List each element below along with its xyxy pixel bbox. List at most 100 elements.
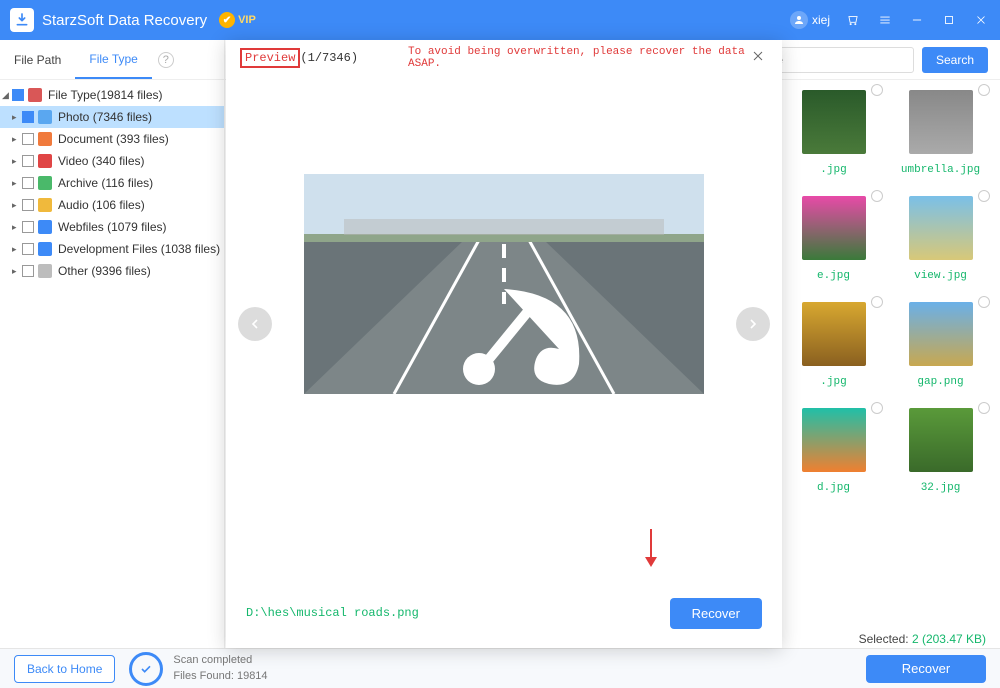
recover-modal-button[interactable]: Recover [670,598,762,629]
thumb-checkbox[interactable] [978,402,990,414]
tab-file-type[interactable]: File Type [75,40,151,79]
thumb-checkbox[interactable] [871,402,883,414]
preview-image [304,174,704,394]
file-type-icon [38,264,52,278]
preview-label: Preview [240,48,300,68]
thumbnail-grid: .jpg umbrella.jpg e.jpg view.jpg .jpg ga… [780,80,1000,648]
app-title: StarzSoft Data Recovery [42,12,207,29]
thumbnail-item[interactable]: .jpg [786,302,881,388]
vip-badge[interactable]: ✔VIP [219,12,256,28]
thumb-checkbox[interactable] [871,190,883,202]
checkbox[interactable] [22,177,34,189]
checkbox[interactable] [22,221,34,233]
tree-root[interactable]: ◢ File Type(19814 files) [0,84,224,106]
selected-label: Selected: [859,632,909,646]
tree-item-label: Webfiles (1079 files) [58,220,167,234]
thumbnail-item[interactable]: gap.png [893,302,988,388]
search-button[interactable]: Search [922,47,988,73]
back-to-home-button[interactable]: Back to Home [14,655,115,683]
selected-value: 2 (203.47 KB) [912,632,986,646]
modal-body [226,70,782,578]
prev-button[interactable] [238,307,272,341]
tree-item[interactable]: ▸ Archive (116 files) [0,172,224,194]
tree-item[interactable]: ▸ Photo (7346 files) [0,106,224,128]
thumbnail-image [802,196,866,260]
thumbnail-name: .jpg [820,376,846,388]
recover-footer-button[interactable]: Recover [866,655,986,683]
thumbnail-item[interactable]: e.jpg [786,196,881,282]
thumbnail-name: umbrella.jpg [901,164,980,176]
file-type-icon [38,198,52,212]
menu-icon[interactable] [876,11,894,29]
tree-item[interactable]: ▸ Audio (106 files) [0,194,224,216]
thumbnail-item[interactable]: .jpg [786,90,881,176]
file-type-icon [38,154,52,168]
checkbox[interactable] [22,199,34,211]
files-found-label: Files Found: 19814 [173,669,267,684]
thumbnail-item[interactable]: umbrella.jpg [893,90,988,176]
modal-footer: D:\hes\musical roads.png Recover [226,578,782,648]
caret-right-icon: ▸ [12,134,22,145]
file-type-icon [38,110,52,124]
thumbnail-image [909,196,973,260]
thumb-checkbox[interactable] [978,84,990,96]
tree-item[interactable]: ▸ Document (393 files) [0,128,224,150]
tree-item-label: Video (340 files) [58,154,145,168]
file-path-label: D:\hes\musical roads.png [246,606,419,620]
caret-down-icon: ◢ [2,90,12,101]
checkbox[interactable] [22,111,34,123]
file-type-icon [38,176,52,190]
user-badge[interactable]: xiej [790,11,830,29]
tab-file-path[interactable]: File Path [0,40,75,79]
tree-item[interactable]: ▸ Webfiles (1079 files) [0,216,224,238]
tree-item-label: Document (393 files) [58,132,169,146]
minimize-icon[interactable] [908,11,926,29]
thumbnail-name: view.jpg [914,270,967,282]
selected-count: Selected: 2 (203.47 KB) [859,632,986,646]
maximize-icon[interactable] [940,11,958,29]
preview-count: (1/7346) [300,51,358,65]
modal-header: Preview (1/7346) To avoid being overwrit… [226,40,782,70]
thumbnail-image [909,408,973,472]
checkbox[interactable] [22,155,34,167]
checkbox[interactable] [22,133,34,145]
thumbnail-name: gap.png [917,376,963,388]
caret-right-icon: ▸ [12,156,22,167]
sidebar: File Path File Type ? ◢ File Type(19814 … [0,40,225,648]
thumbnail-item[interactable]: d.jpg [786,408,881,494]
thumbnail-image [802,90,866,154]
caret-right-icon: ▸ [12,200,22,211]
help-icon[interactable]: ? [158,52,174,68]
thumb-checkbox[interactable] [871,84,883,96]
thumbnail-name: e.jpg [817,270,850,282]
checkbox[interactable] [22,265,34,277]
cart-icon[interactable] [844,11,862,29]
user-avatar-icon [790,11,808,29]
sidebar-tabs: File Path File Type ? [0,40,224,80]
close-icon[interactable] [972,11,990,29]
next-button[interactable] [736,307,770,341]
tree-item-label: Development Files (1038 files) [58,242,220,256]
modal-close-button[interactable] [748,46,768,71]
scan-status: Scan completed Files Found: 19814 [129,652,267,686]
thumbnail-image [802,408,866,472]
annotation-arrow-icon [642,527,660,572]
tree-item[interactable]: ▸ Development Files (1038 files) [0,238,224,260]
thumb-checkbox[interactable] [978,190,990,202]
warning-text: To avoid being overwritten, please recov… [408,46,748,70]
tree-item[interactable]: ▸ Video (340 files) [0,150,224,172]
thumbnail-image [802,302,866,366]
thumb-checkbox[interactable] [871,296,883,308]
titlebar: StarzSoft Data Recovery ✔VIP xiej [0,0,1000,40]
tree-item-label: Photo (7346 files) [58,110,152,124]
checkmark-ring-icon [129,652,163,686]
checkbox[interactable] [12,89,24,101]
thumb-checkbox[interactable] [978,296,990,308]
thumbnail-item[interactable]: view.jpg [893,196,988,282]
user-name: xiej [812,13,830,27]
thumbnail-item[interactable]: 32.jpg [893,408,988,494]
footer: Back to Home Scan completed Files Found:… [0,648,1000,688]
tree-item[interactable]: ▸ Other (9396 files) [0,260,224,282]
preview-modal: Preview (1/7346) To avoid being overwrit… [226,40,782,648]
checkbox[interactable] [22,243,34,255]
